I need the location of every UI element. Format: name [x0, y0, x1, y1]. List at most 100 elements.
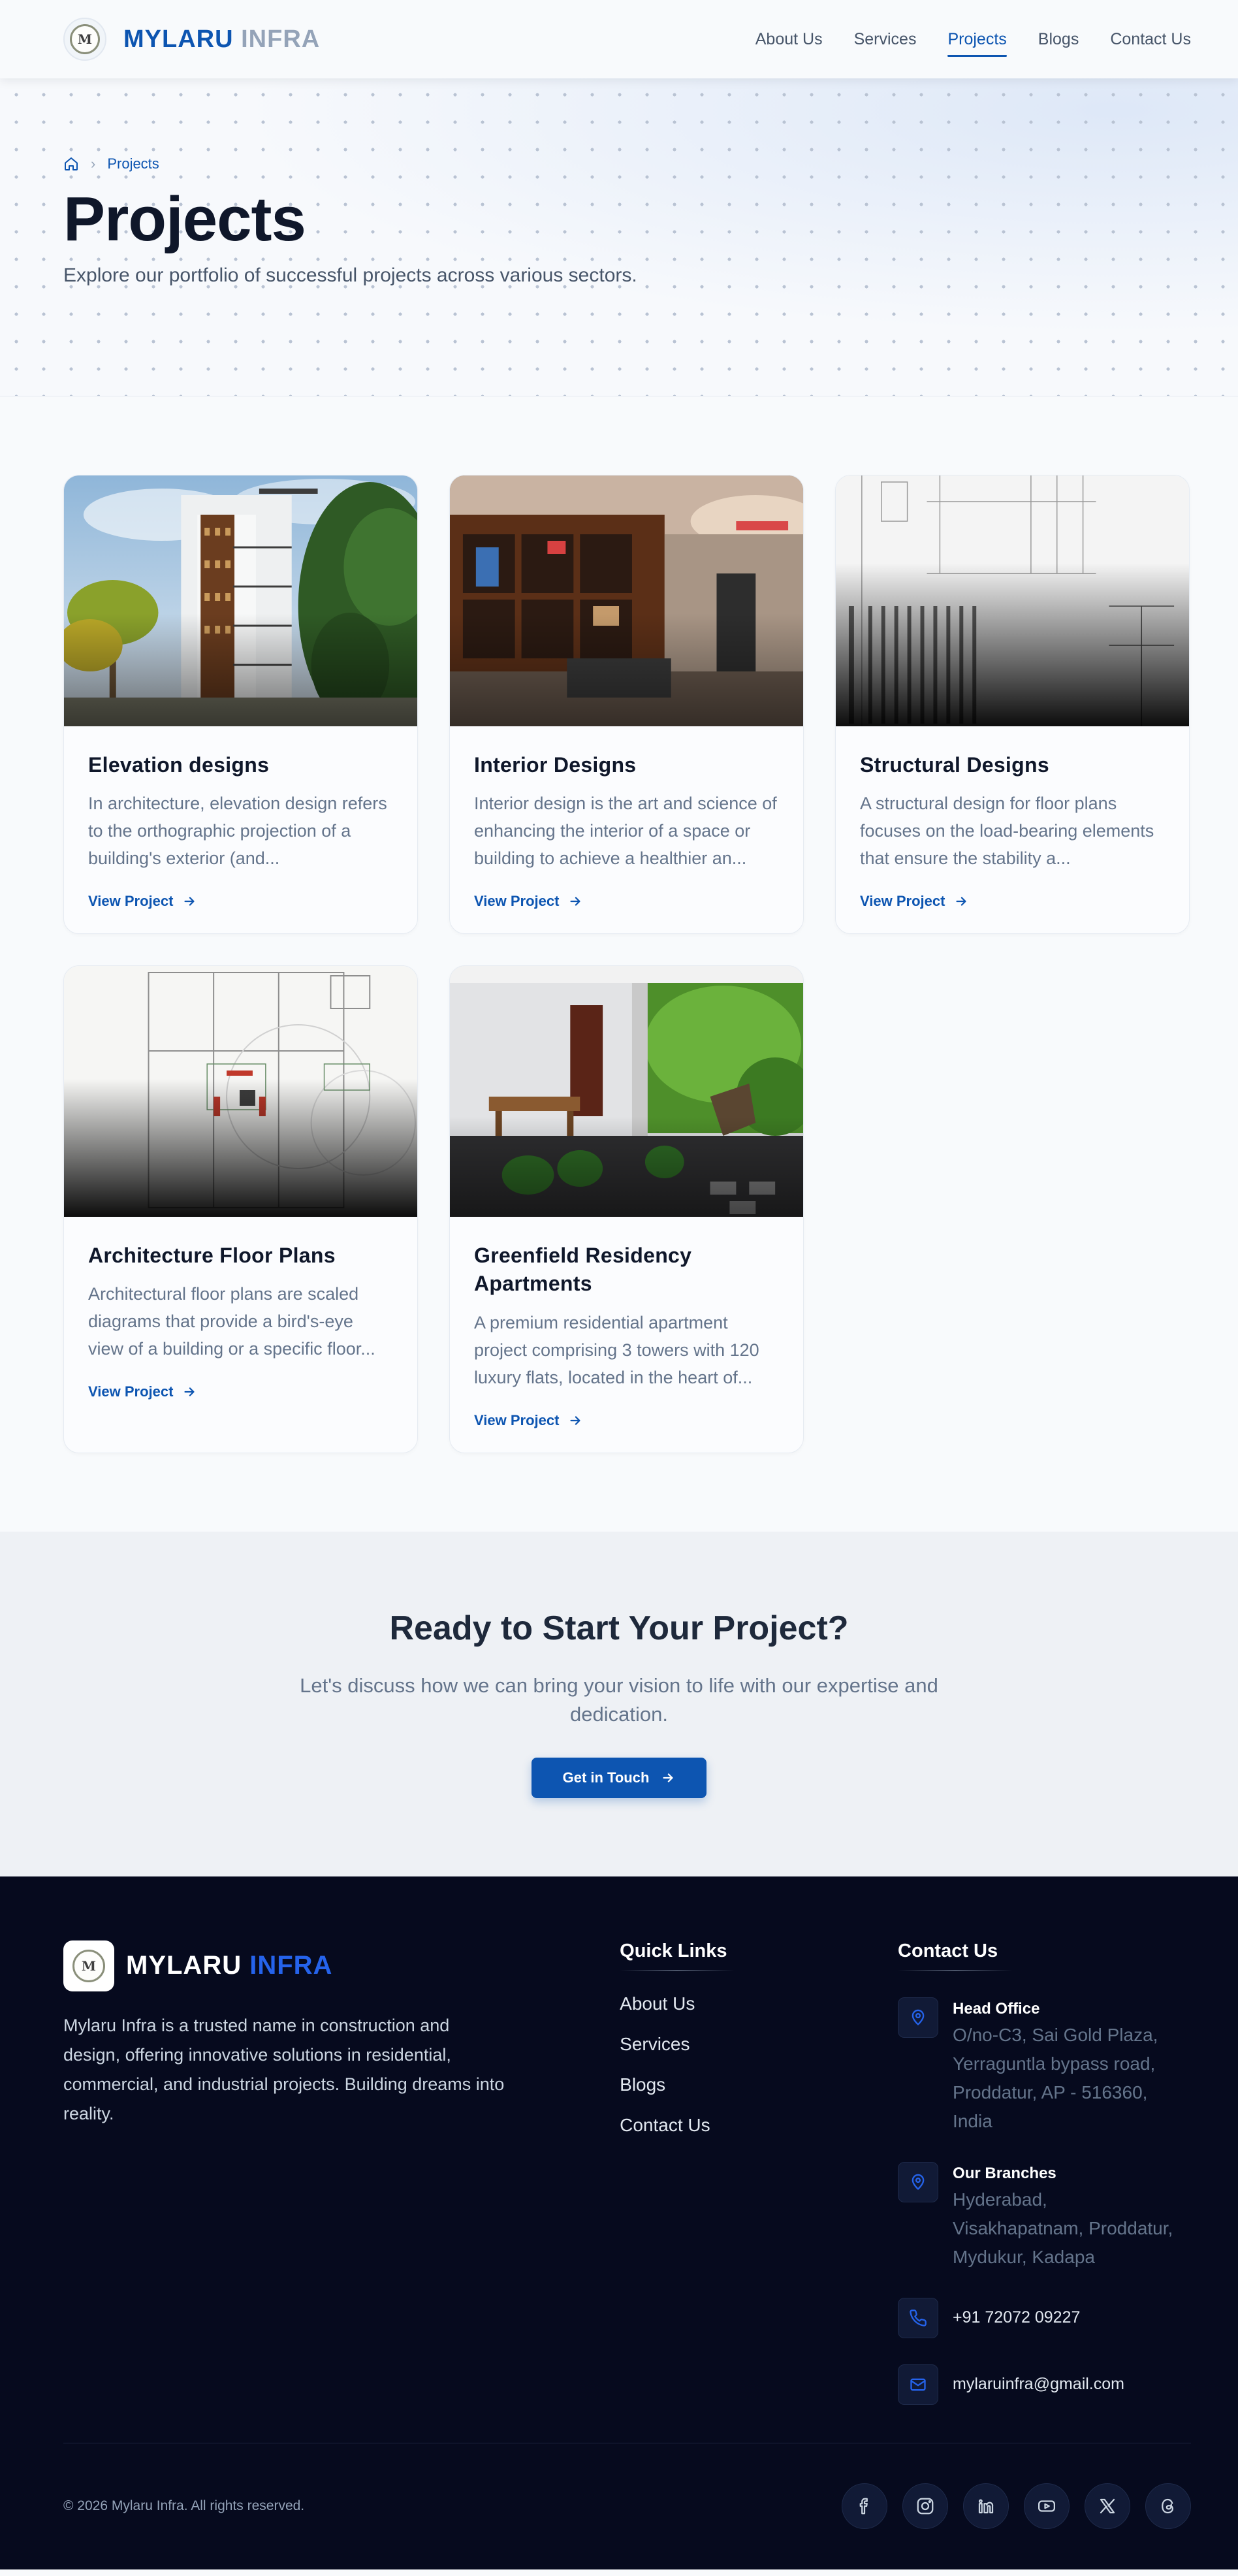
nav-links: About Us Services Projects Blogs Contact…	[755, 25, 1191, 57]
view-project-link[interactable]: View Project	[474, 893, 582, 910]
footer-link-services[interactable]: Services	[620, 2034, 690, 2054]
nav-link-contact[interactable]: Contact Us	[1110, 25, 1191, 54]
youtube-icon[interactable]	[1024, 2483, 1070, 2530]
view-project-label: View Project	[88, 1383, 174, 1400]
cta-title: Ready to Start Your Project?	[389, 1609, 849, 1647]
building-elevation-image[interactable]	[64, 475, 417, 726]
home-icon[interactable]	[63, 156, 79, 172]
page-title: Projects	[63, 184, 306, 254]
phone-contact[interactable]: +91 72072 09227	[898, 2297, 1175, 2338]
footer-brand-secondary: INFRA	[249, 1951, 333, 1980]
get-in-touch-label: Get in Touch	[562, 1769, 650, 1786]
view-project-link[interactable]: View Project	[860, 893, 968, 910]
logo-icon[interactable]: M	[63, 18, 106, 61]
head-office-title: Head Office	[953, 1999, 1040, 2018]
head-office-address: O/no-C3, Sai Gold Plaza, Yerraguntla byp…	[953, 2024, 1158, 2131]
project-card[interactable]: Interior Designs Interior design is the …	[449, 475, 804, 935]
card-title: Greenfield Residency Apartments	[474, 1244, 692, 1296]
projects-grid: Elevation designs In architecture, eleva…	[63, 475, 1190, 1453]
logo-monogram: M	[72, 1949, 105, 1982]
card-description: A structural design for floor plans focu…	[860, 794, 1154, 869]
get-in-touch-button[interactable]: Get in Touch	[531, 1757, 707, 1798]
copyright: © 2026 Mylaru Infra. All rights reserved…	[63, 2498, 305, 2514]
card-title: Architecture Floor Plans	[88, 1244, 336, 1268]
footer-brand-name: MYLARU INFRA	[126, 1951, 332, 1980]
email-contact[interactable]: mylaruinfra@gmail.com	[898, 2364, 1175, 2405]
branches: Our Branches Hyderabad, Visakhapatnam, P…	[898, 2161, 1175, 2272]
arrow-right-icon	[956, 897, 966, 906]
arrow-right-icon	[184, 897, 195, 906]
social-links	[842, 2483, 1191, 2530]
map-pin-icon	[898, 2161, 939, 2202]
arrow-right-icon	[570, 897, 580, 906]
cta-section: Ready to Start Your Project? Let's discu…	[0, 1531, 1238, 1876]
card-description: Interior design is the art and science o…	[474, 794, 777, 869]
project-card[interactable]: Structural Designs A structural design f…	[835, 475, 1190, 935]
linkedin-icon[interactable]	[963, 2483, 1009, 2530]
instagram-icon[interactable]	[902, 2483, 948, 2530]
footer-about: M MYLARU INFRA Mylaru Infra is a trusted…	[63, 1940, 559, 2405]
arrow-right-icon	[570, 1415, 580, 1425]
brand-primary: MYLARU	[123, 25, 234, 53]
facebook-icon[interactable]	[842, 2483, 887, 2530]
structural-drawing-image[interactable]	[836, 475, 1189, 726]
view-project-link[interactable]: View Project	[474, 1412, 582, 1429]
nav-link-about[interactable]: About Us	[755, 25, 823, 54]
footer-bottom: © 2026 Mylaru Infra. All rights reserved…	[63, 2443, 1191, 2569]
branches-list: Hyderabad, Visakhapatnam, Proddatur, Myd…	[953, 2189, 1173, 2267]
logo-icon: M	[63, 1940, 114, 1991]
x-icon[interactable]	[1085, 2483, 1130, 2530]
phone-number: +91 72072 09227	[953, 2308, 1081, 2327]
head-office: Head Office O/no-C3, Sai Gold Plaza, Yer…	[898, 1997, 1175, 2136]
arrow-right-icon	[184, 1387, 195, 1397]
card-title: Interior Designs	[474, 753, 637, 777]
nav-link-projects[interactable]: Projects	[947, 25, 1008, 57]
footer-link-contact[interactable]: Contact Us	[620, 2115, 710, 2135]
nav-link-blogs[interactable]: Blogs	[1038, 25, 1079, 54]
footer-brand[interactable]: M MYLARU INFRA	[63, 1940, 559, 1991]
footer-brand-primary: MYLARU	[126, 1951, 242, 1980]
view-project-label: View Project	[860, 893, 945, 910]
hero-section: › Projects Projects Explore our portfoli…	[0, 78, 1238, 396]
footer-description: Mylaru Infra is a trusted name in constr…	[63, 2015, 505, 2123]
view-project-link[interactable]: View Project	[88, 893, 197, 910]
email-address: mylaruinfra@gmail.com	[953, 2375, 1124, 2394]
mail-icon	[898, 2364, 939, 2405]
branches-title: Our Branches	[953, 2164, 1056, 2182]
project-card[interactable]: Architecture Floor Plans Architectural f…	[63, 965, 418, 1453]
card-body: Elevation designs In architecture, eleva…	[64, 726, 417, 933]
site-footer: M MYLARU INFRA Mylaru Infra is a trusted…	[0, 1876, 1238, 2569]
project-card[interactable]: Greenfield Residency Apartments A premiu…	[449, 965, 804, 1453]
chevron-right-icon: ›	[91, 155, 96, 172]
breadcrumb-current[interactable]: Projects	[107, 155, 159, 172]
card-title: Elevation designs	[88, 753, 270, 777]
card-title: Structural Designs	[860, 753, 1049, 777]
logo-monogram: M	[70, 24, 100, 54]
projects-section: Elevation designs In architecture, eleva…	[0, 396, 1238, 1532]
view-project-link[interactable]: View Project	[88, 1383, 197, 1400]
breadcrumb: › Projects	[63, 155, 1175, 172]
view-project-label: View Project	[88, 893, 174, 910]
cta-subtitle: Let's discuss how we can bring your visi…	[300, 1673, 938, 1726]
card-body: Interior Designs Interior design is the …	[450, 726, 803, 933]
floor-plan-image[interactable]	[64, 966, 417, 1217]
top-nav: M MYLARU INFRA About Us Services Project…	[0, 0, 1238, 78]
footer-quick-links: Quick Links About Us Services Blogs Cont…	[620, 1940, 898, 2405]
card-description: Architectural floor plans are scaled dia…	[88, 1284, 375, 1359]
view-project-label: View Project	[474, 1411, 560, 1428]
card-body: Structural Designs A structural design f…	[836, 726, 1189, 933]
brand-secondary: INFRA	[241, 25, 321, 53]
residency-veranda-image[interactable]	[450, 966, 803, 1217]
footer-link-about[interactable]: About Us	[620, 1993, 695, 2014]
threads-icon[interactable]	[1145, 2483, 1191, 2530]
view-project-label: View Project	[474, 893, 560, 910]
footer-link-blogs[interactable]: Blogs	[620, 2074, 665, 2095]
project-card[interactable]: Elevation designs In architecture, eleva…	[63, 475, 418, 935]
quick-links-heading: Quick Links	[620, 1940, 898, 1971]
card-description: In architecture, elevation design refers…	[88, 794, 387, 869]
arrow-right-icon	[663, 1773, 673, 1782]
nav-link-services[interactable]: Services	[854, 25, 917, 54]
footer-contact: Contact Us Head Office O/no-C3, Sai Gold…	[898, 1940, 1175, 2405]
brand-name[interactable]: MYLARU INFRA	[123, 25, 320, 54]
interior-room-image[interactable]	[450, 475, 803, 726]
